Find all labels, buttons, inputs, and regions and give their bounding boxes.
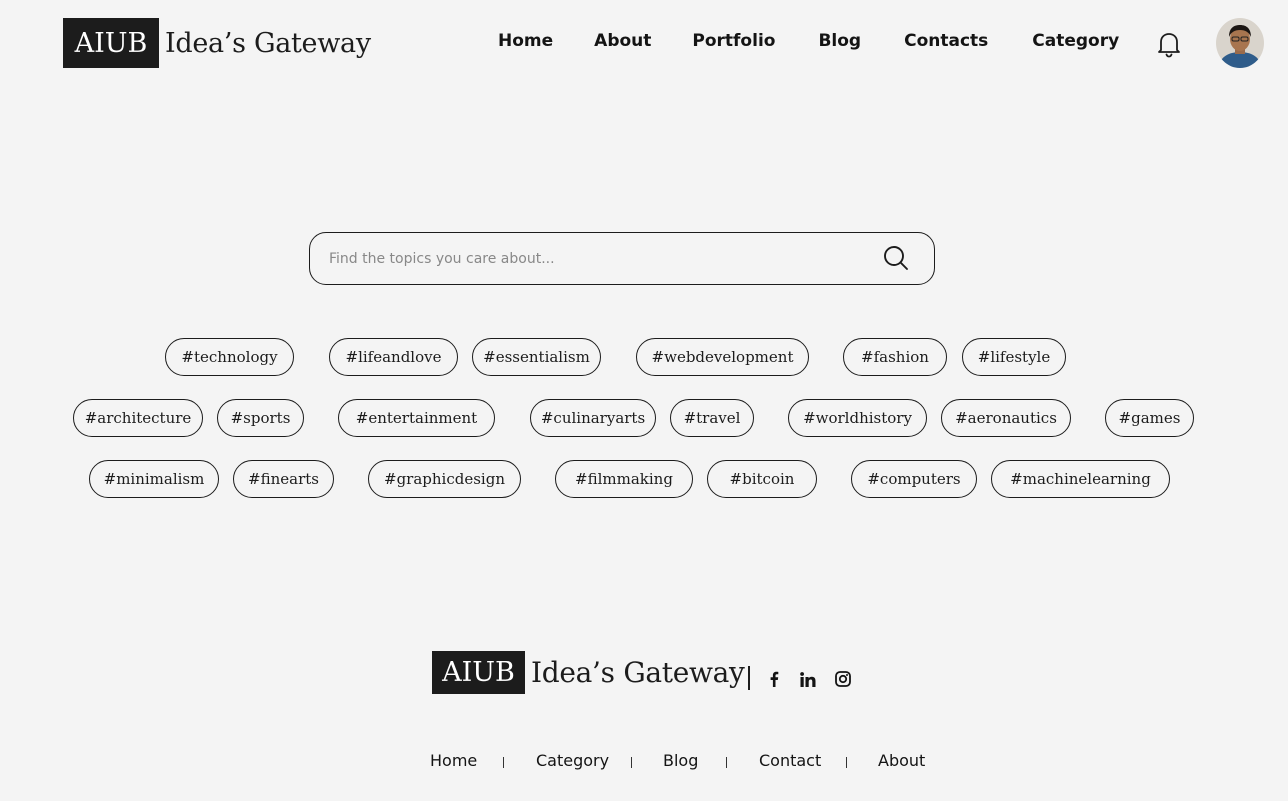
- tag-entertainment[interactable]: #entertainment: [338, 399, 495, 437]
- instagram-icon[interactable]: [834, 670, 852, 688]
- tag-technology[interactable]: #technology: [165, 338, 294, 376]
- logo-title: Idea’s Gateway: [531, 656, 745, 689]
- footer-nav-divider: [631, 757, 632, 768]
- facebook-icon[interactable]: [765, 670, 783, 688]
- tag-travel[interactable]: #travel: [670, 399, 754, 437]
- tag-finearts[interactable]: #finearts: [233, 460, 334, 498]
- tag-games[interactable]: #games: [1105, 399, 1194, 437]
- tag-worldhistory[interactable]: #worldhistory: [788, 399, 927, 437]
- footer-divider: [748, 666, 750, 690]
- main-nav: Home About Portfolio Blog Contacts Categ…: [498, 31, 1119, 51]
- tag-lifestyle[interactable]: #lifestyle: [962, 338, 1066, 376]
- tag-architecture[interactable]: #architecture: [73, 399, 203, 437]
- footer-nav-blog[interactable]: Blog: [663, 751, 698, 770]
- footer-nav-category[interactable]: Category: [536, 751, 609, 770]
- footer-nav-home[interactable]: Home: [430, 751, 477, 770]
- footer-nav-divider: [503, 757, 504, 768]
- nav-portfolio[interactable]: Portfolio: [692, 31, 775, 51]
- logo-box: AIUB: [432, 651, 525, 694]
- logo-title: Idea’s Gateway: [165, 27, 371, 59]
- tag-computers[interactable]: #computers: [851, 460, 977, 498]
- tag-sports[interactable]: #sports: [217, 399, 304, 437]
- tag-lifeandlove[interactable]: #lifeandlove: [329, 338, 458, 376]
- header-logo[interactable]: AIUB Idea’s Gateway: [63, 18, 371, 68]
- nav-about[interactable]: About: [594, 31, 651, 51]
- search-icon[interactable]: [883, 245, 909, 271]
- tag-fashion[interactable]: #fashion: [843, 338, 947, 376]
- nav-category[interactable]: Category: [1032, 31, 1119, 51]
- nav-contacts[interactable]: Contacts: [904, 31, 988, 51]
- nav-blog[interactable]: Blog: [818, 31, 861, 51]
- tag-minimalism[interactable]: #minimalism: [89, 460, 219, 498]
- tag-essentialism[interactable]: #essentialism: [472, 338, 601, 376]
- tag-aeronautics[interactable]: #aeronautics: [941, 399, 1071, 437]
- linkedin-icon[interactable]: [799, 670, 817, 688]
- tag-filmmaking[interactable]: #filmmaking: [555, 460, 693, 498]
- footer-nav-divider: [846, 757, 847, 768]
- bell-icon[interactable]: [1157, 30, 1181, 58]
- tag-webdevelopment[interactable]: #webdevelopment: [636, 338, 809, 376]
- search-bar: [309, 232, 935, 285]
- footer-nav-contact[interactable]: Contact: [759, 751, 821, 770]
- logo-box: AIUB: [63, 18, 159, 68]
- tag-graphicdesign[interactable]: #graphicdesign: [368, 460, 521, 498]
- tag-machinelearning[interactable]: #machinelearning: [991, 460, 1170, 498]
- nav-home[interactable]: Home: [498, 31, 553, 51]
- footer-logo[interactable]: AIUB Idea’s Gateway: [432, 651, 745, 694]
- footer-nav-divider: [726, 757, 727, 768]
- tag-culinaryarts[interactable]: #culinaryarts: [530, 399, 656, 437]
- search-input[interactable]: [329, 245, 869, 273]
- footer-nav-about[interactable]: About: [878, 751, 925, 770]
- tag-bitcoin[interactable]: #bitcoin: [707, 460, 817, 498]
- avatar[interactable]: [1216, 18, 1264, 68]
